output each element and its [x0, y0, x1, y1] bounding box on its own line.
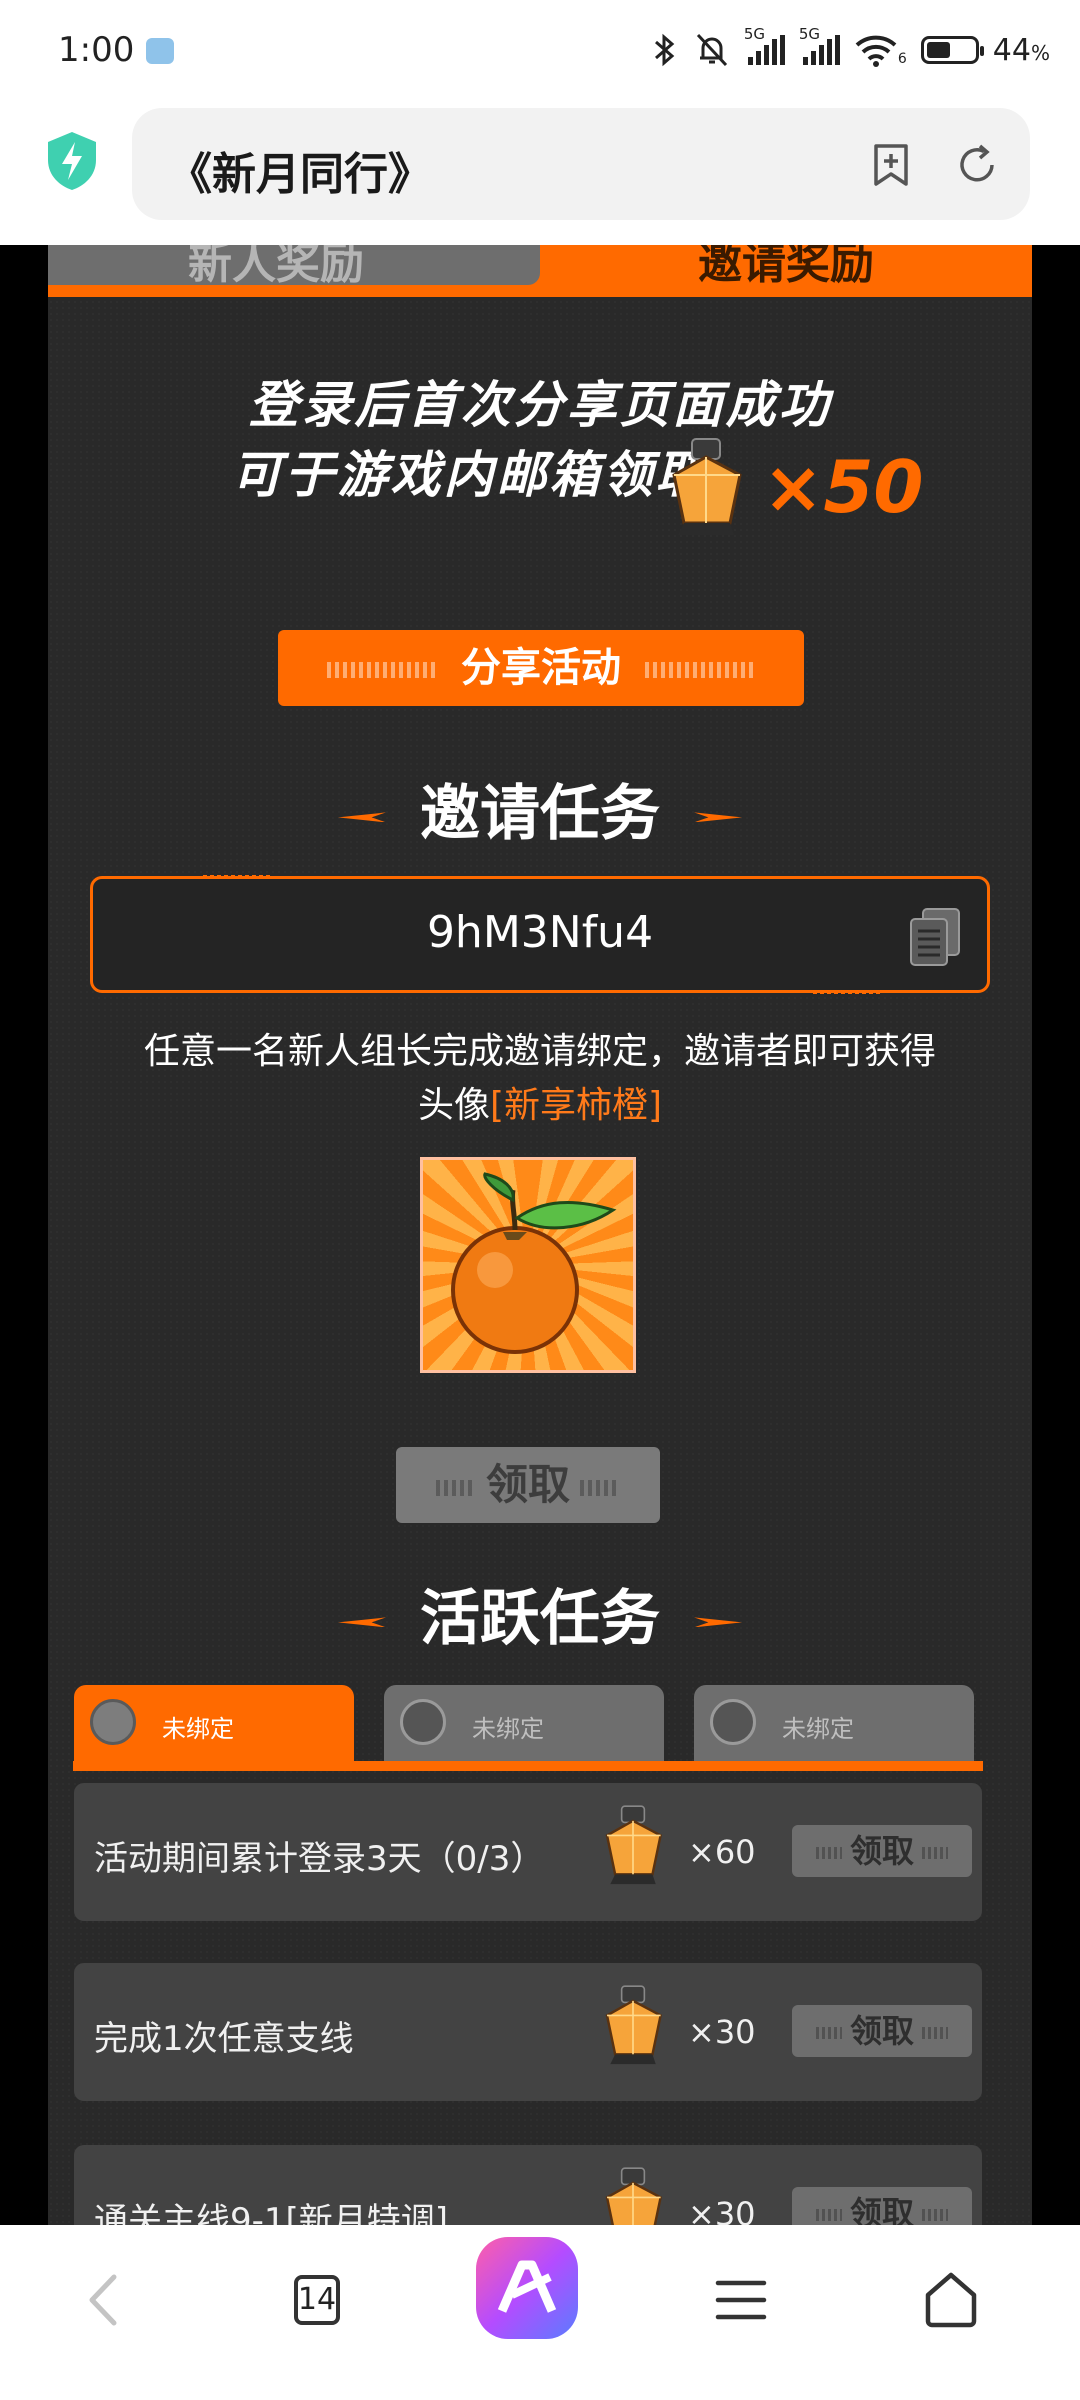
menu-icon[interactable] — [696, 2255, 786, 2345]
avatar-reward-image — [420, 1157, 636, 1373]
task-claim-button[interactable]: 领取 — [792, 2005, 972, 2057]
browser-bottom-nav: 14 — [0, 2225, 1080, 2400]
battery-icon — [920, 36, 984, 64]
tab-count: 14 — [297, 2282, 337, 2317]
wifi-version: 6 — [897, 51, 907, 67]
share-activity-button[interactable]: 分享活动 — [278, 630, 804, 706]
gem-currency-icon — [605, 1805, 662, 1885]
bind-slot-3[interactable]: 未绑定 — [694, 1685, 974, 1761]
bind-slot-1[interactable]: 未绑定 — [74, 1685, 354, 1761]
copy-icon[interactable] — [907, 905, 963, 969]
refresh-icon[interactable] — [954, 142, 1000, 188]
task-row: 活动期间累计登录3天（0/3） ×60 领取 — [74, 1783, 982, 1921]
invite-claim-button[interactable]: 领取 — [396, 1447, 660, 1523]
mute-bell-icon — [696, 33, 727, 67]
task-row: 完成1次任意支线 ×30 领取 — [74, 1963, 982, 2101]
task-row: 通关主线9-1[新月特调] ×30 领取 — [74, 2145, 982, 2225]
share-line-1: 登录后首次分享页面成功 — [248, 376, 832, 434]
active-task-heading: 活跃任务 — [48, 1570, 1032, 1657]
shield-bolt-icon[interactable] — [44, 130, 100, 192]
signal-icon-2: 5G — [799, 25, 840, 65]
invite-description: 任意一名新人组长完成邀请绑定，邀请者即可获得头像[新享柿橙] — [143, 1031, 936, 1126]
task-claim-button[interactable]: 领取 — [792, 1825, 972, 1877]
gem-currency-icon — [605, 2167, 662, 2225]
signal-icon-1: 5G — [744, 25, 785, 65]
bluetooth-icon — [654, 33, 675, 67]
home-icon[interactable] — [906, 2255, 996, 2345]
share-reward-multiplier: ×50 — [763, 445, 924, 529]
gem-currency-icon — [672, 438, 742, 535]
tab-newbie-reward[interactable]: 新人奖励 — [48, 245, 540, 285]
status-icons: 5G 5G 6 44% — [650, 25, 1050, 74]
battery-percent: 44% — [992, 32, 1050, 68]
tab-invite-reward[interactable]: 邀请奖励 — [540, 245, 1032, 285]
invite-task-heading: 邀请任务 — [48, 765, 1032, 852]
event-page: 新人奖励 邀请奖励 登录后首次分享页面成功 可于游戏内邮箱领取 ×50 分享活动… — [48, 245, 1032, 2225]
back-icon[interactable] — [60, 2255, 150, 2345]
slot-avatar-placeholder — [400, 1699, 446, 1745]
invite-code[interactable]: 9hM3Nfu4 — [93, 907, 987, 958]
reward-tabs: 新人奖励 邀请奖励 — [48, 245, 1032, 297]
wifi-icon — [855, 35, 897, 67]
add-bookmark-icon[interactable] — [868, 142, 914, 188]
notification-app-icon — [146, 38, 174, 64]
browser-logo-icon[interactable] — [472, 2233, 582, 2343]
avatar-name-highlight: [新享柿橙] — [489, 1085, 663, 1126]
tabs-button[interactable]: 14 — [272, 2255, 362, 2345]
slot-avatar-placeholder — [710, 1699, 756, 1745]
task-claim-button[interactable]: 领取 — [792, 2187, 972, 2225]
status-bar: 1:00 5G 5G 6 44% — [0, 0, 1080, 100]
page-title: 《新月同行》 — [168, 149, 432, 200]
bind-slot-2[interactable]: 未绑定 — [384, 1685, 664, 1761]
url-field[interactable]: 《新月同行》 — [132, 108, 1030, 220]
slot-avatar-placeholder — [90, 1699, 136, 1745]
gem-currency-icon — [605, 1985, 662, 2065]
status-time: 1:00 — [58, 30, 135, 70]
invite-code-box: 9hM3Nfu4 — [90, 875, 990, 994]
browser-address-bar: 《新月同行》 — [0, 100, 1080, 245]
orange-fruit-image — [451, 1172, 617, 1354]
web-viewport: 新人奖励 邀请奖励 登录后首次分享页面成功 可于游戏内邮箱领取 ×50 分享活动… — [0, 245, 1080, 2225]
